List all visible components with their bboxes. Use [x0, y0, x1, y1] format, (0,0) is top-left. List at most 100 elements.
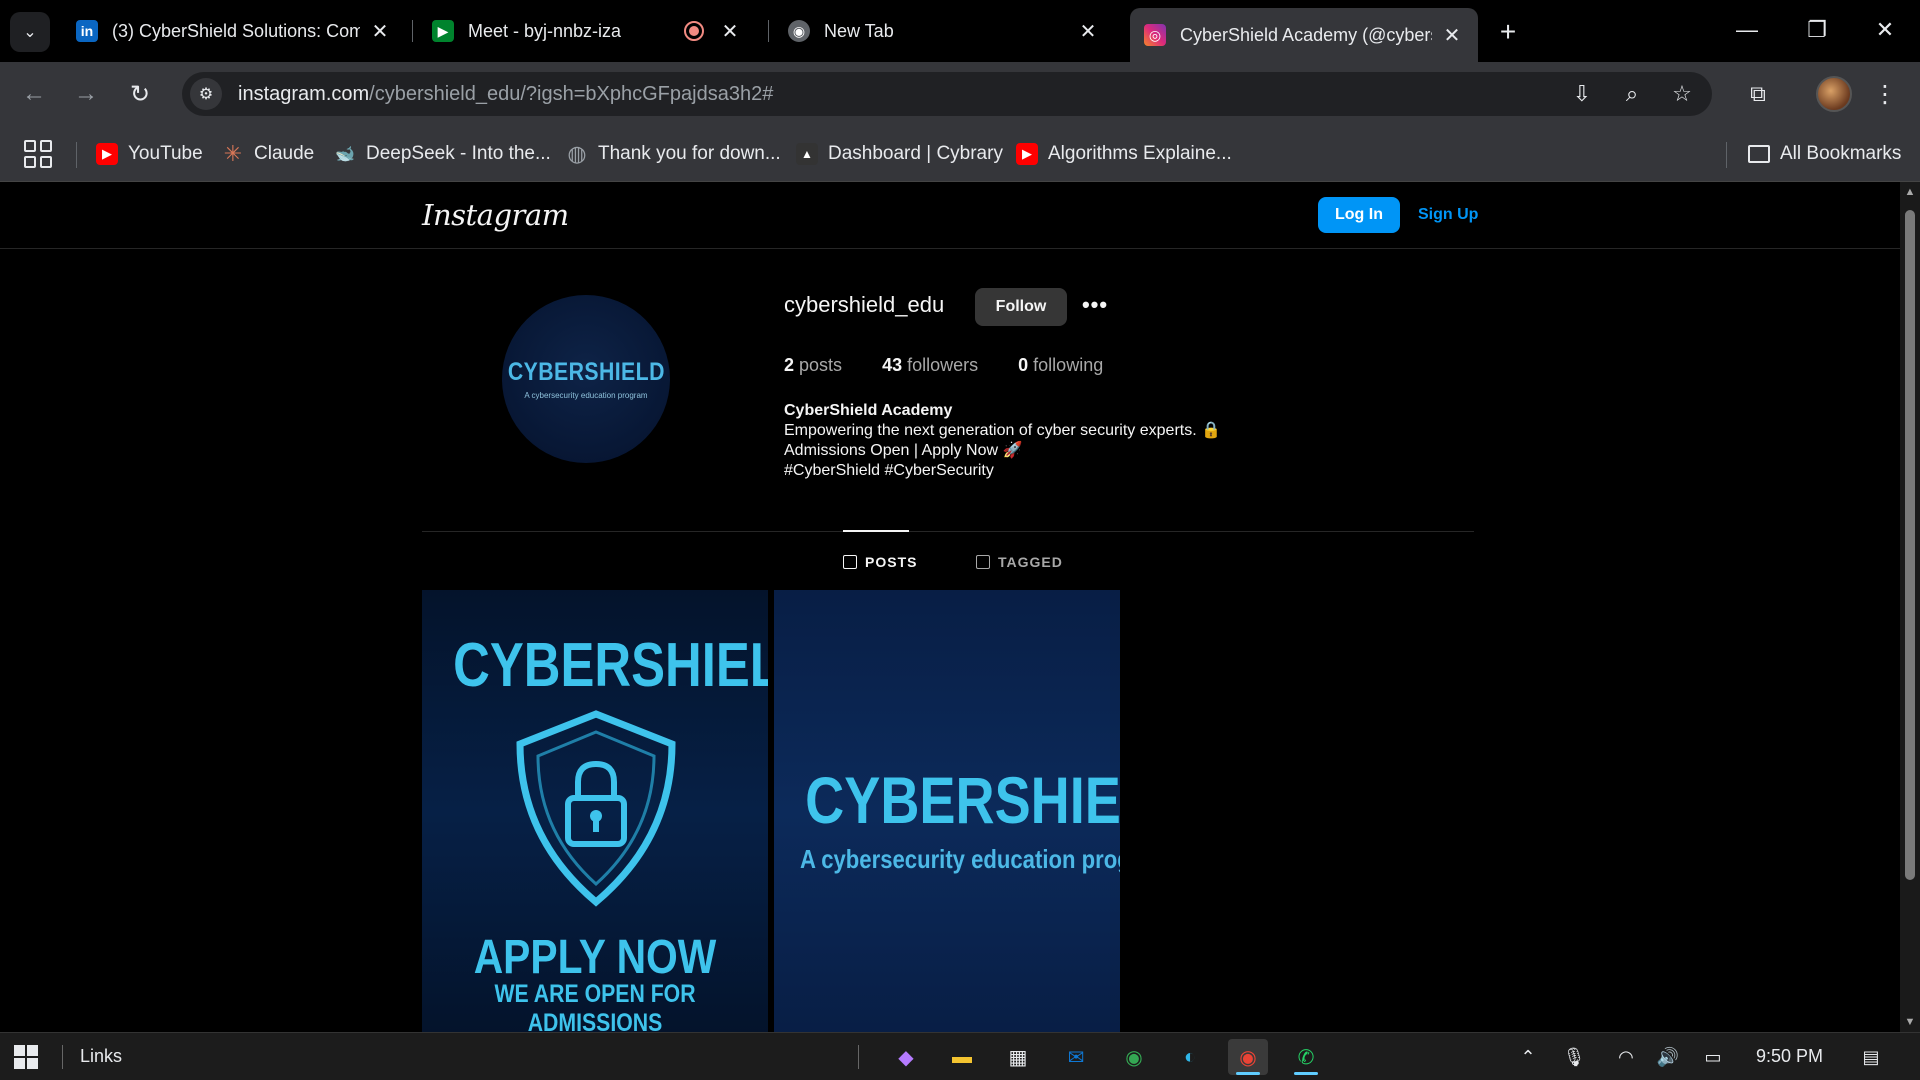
scroll-down-icon[interactable]: ▼	[1903, 1016, 1917, 1028]
page-scrollbar[interactable]: ▲ ▼	[1900, 182, 1920, 1032]
microphone-icon[interactable]: 🎙	[1562, 1045, 1586, 1069]
plus-icon: +	[1499, 16, 1517, 47]
reload-button[interactable]: ↻	[122, 76, 158, 112]
post-title: CYBERSHIELD	[805, 763, 1120, 837]
admissions-open-text: WE ARE OPEN FOR ADMISSIONS	[494, 980, 696, 1032]
volume-icon[interactable]: 🔊	[1656, 1045, 1680, 1069]
linkedin-icon: in	[76, 20, 98, 42]
extensions-button[interactable]: ⧉	[1740, 76, 1776, 112]
close-icon[interactable]: ✕	[718, 19, 742, 43]
more-options-button[interactable]: •••	[1078, 286, 1112, 324]
address-bar[interactable]: ⚙ instagram.com/cybershield_edu/?igsh=bX…	[182, 72, 1712, 116]
tab-new-tab[interactable]: ◉ New Tab ✕	[774, 8, 1114, 54]
new-tab-button[interactable]: +	[1490, 14, 1526, 50]
instagram-logo[interactable]: Instagram	[422, 198, 569, 232]
reload-icon: ↻	[129, 80, 151, 108]
bio-hashtags[interactable]: #CyberShield #CyberSecurity	[784, 461, 1221, 481]
chrome-icon: ◉	[788, 20, 810, 42]
chrome-profile-icon[interactable]: ◉	[1228, 1039, 1268, 1075]
instagram-page: Instagram Log In Sign Up CYBERSHIELD A c…	[0, 182, 1900, 1032]
site-info-button[interactable]: ⚙	[190, 78, 222, 110]
profile-picture[interactable]: CYBERSHIELD A cybersecurity education pr…	[502, 295, 670, 463]
puzzle-icon: ⧉	[1750, 81, 1766, 106]
globe-icon: ◍	[567, 141, 587, 166]
restore-button[interactable]: ❐	[1794, 10, 1840, 50]
bookmark-divider	[1726, 142, 1727, 168]
close-window-button[interactable]: ✕	[1862, 10, 1908, 50]
bookmark-thank-you[interactable]: ◍ Thank you for down...	[566, 140, 780, 168]
youtube-icon: ▶	[96, 143, 118, 165]
microsoft-store-icon[interactable]: ▦	[998, 1039, 1038, 1075]
followers-label: followers	[907, 355, 979, 375]
bookmark-cybrary[interactable]: ▲ Dashboard | Cybrary	[796, 140, 1003, 168]
log-in-button[interactable]: Log In	[1318, 197, 1400, 233]
bookmark-label: YouTube	[128, 143, 203, 164]
tab-title: Meet - byj-nnbz-iza	[468, 20, 622, 41]
profile-picture-subtitle: A cybersecurity education program	[524, 391, 648, 400]
minimize-button[interactable]: —	[1724, 10, 1770, 50]
chevron-up-icon[interactable]: ⌃	[1516, 1045, 1540, 1069]
more-vertical-icon: ⋮	[1873, 80, 1897, 108]
tab-linkedin[interactable]: in (3) CyberShield Solutions: Comp ✕	[62, 8, 406, 54]
close-icon[interactable]: ✕	[1076, 19, 1100, 43]
notifications-icon[interactable]: ▤	[1858, 1045, 1884, 1069]
bookmark-label: DeepSeek - Into the...	[366, 143, 551, 164]
tab-posts[interactable]: POSTS	[843, 552, 917, 572]
apps-grid-icon[interactable]	[24, 140, 52, 168]
claude-icon: ✳	[223, 141, 243, 166]
bookmark-algorithms[interactable]: ▶ Algorithms Explaine...	[1016, 140, 1232, 168]
install-app-icon[interactable]: ⇩	[1566, 78, 1598, 110]
tab-title: (3) CyberShield Solutions: Comp	[112, 20, 360, 41]
post-thumbnail[interactable]: CYBERSHIELD APPLY NOW WE ARE OPEN FOR AD…	[422, 590, 768, 1032]
followers-count: 43	[882, 355, 903, 375]
profile-avatar[interactable]	[1816, 76, 1852, 112]
wifi-icon[interactable]: ◠	[1614, 1045, 1638, 1069]
tab-search-button[interactable]: ⌄	[10, 12, 50, 52]
forward-button[interactable]: →	[68, 76, 104, 112]
close-icon: ✕	[1875, 17, 1895, 42]
bookmark-youtube[interactable]: ▶ YouTube	[96, 140, 203, 168]
windows-start-button[interactable]	[14, 1045, 38, 1069]
zoom-icon[interactable]: ⌕	[1616, 78, 1648, 110]
minimize-icon: —	[1736, 17, 1758, 42]
bookmark-star-icon[interactable]: ☆	[1666, 78, 1698, 110]
following-stat[interactable]: 0 following	[1018, 355, 1103, 376]
scrollbar-thumb[interactable]	[1905, 210, 1915, 880]
url-path: /cybershield_edu/?igsh=bXphcGFpajdsa3h2#	[369, 82, 774, 105]
file-explorer-icon[interactable]: ▬	[942, 1039, 982, 1075]
links-toolbar[interactable]: Links	[80, 1046, 122, 1067]
copilot-icon[interactable]: ◆	[886, 1039, 926, 1075]
outlook-icon[interactable]: ✉	[1056, 1039, 1096, 1075]
system-clock[interactable]: 9:50 PM	[1756, 1046, 1823, 1067]
chrome-icon[interactable]: ◉	[1114, 1039, 1154, 1075]
post-subtitle: A cybersecurity education program	[799, 844, 1120, 874]
tab-instagram[interactable]: ◎ CyberShield Academy (@cybers ✕	[1130, 8, 1478, 62]
bookmarks-bar: ▶ YouTube ✳ Claude 🐋 DeepSeek - Into the…	[0, 126, 1920, 182]
battery-icon[interactable]: ▭	[1700, 1045, 1726, 1069]
url-text[interactable]: instagram.com/cybershield_edu/?igsh=bXph…	[238, 83, 773, 106]
scroll-up-icon[interactable]: ▲	[1903, 186, 1917, 198]
tab-posts-label: POSTS	[865, 554, 918, 570]
follow-button[interactable]: Follow	[975, 288, 1067, 326]
bookmark-deepseek[interactable]: 🐋 DeepSeek - Into the...	[334, 140, 551, 168]
tab-meet[interactable]: ▶ Meet - byj-nnbz-iza ✕	[418, 8, 756, 54]
close-icon[interactable]: ✕	[1440, 23, 1464, 47]
taskbar-divider	[858, 1045, 859, 1069]
deepseek-icon: 🐋	[335, 146, 355, 163]
shield-lock-icon	[516, 710, 676, 907]
tab-tagged[interactable]: TAGGED	[976, 552, 1063, 572]
following-count: 0	[1018, 355, 1029, 375]
back-button[interactable]: ←	[16, 76, 52, 112]
all-bookmarks[interactable]: All Bookmarks	[1748, 140, 1901, 168]
post-thumbnail[interactable]: CYBERSHIELD A cybersecurity education pr…	[774, 590, 1120, 1032]
bookmark-claude[interactable]: ✳ Claude	[222, 140, 314, 168]
edge-icon[interactable]: ◐	[1170, 1039, 1210, 1075]
followers-stat[interactable]: 43 followers	[882, 355, 978, 376]
all-bookmarks-label: All Bookmarks	[1780, 143, 1902, 164]
chrome-menu-button[interactable]: ⋮	[1870, 76, 1900, 112]
bio-line: Admissions Open | Apply Now 🚀	[784, 442, 1023, 459]
close-icon[interactable]: ✕	[368, 19, 392, 43]
whatsapp-icon[interactable]: ✆	[1286, 1039, 1326, 1075]
sign-up-link[interactable]: Sign Up	[1418, 197, 1478, 233]
cybrary-icon: ▲	[796, 143, 818, 165]
